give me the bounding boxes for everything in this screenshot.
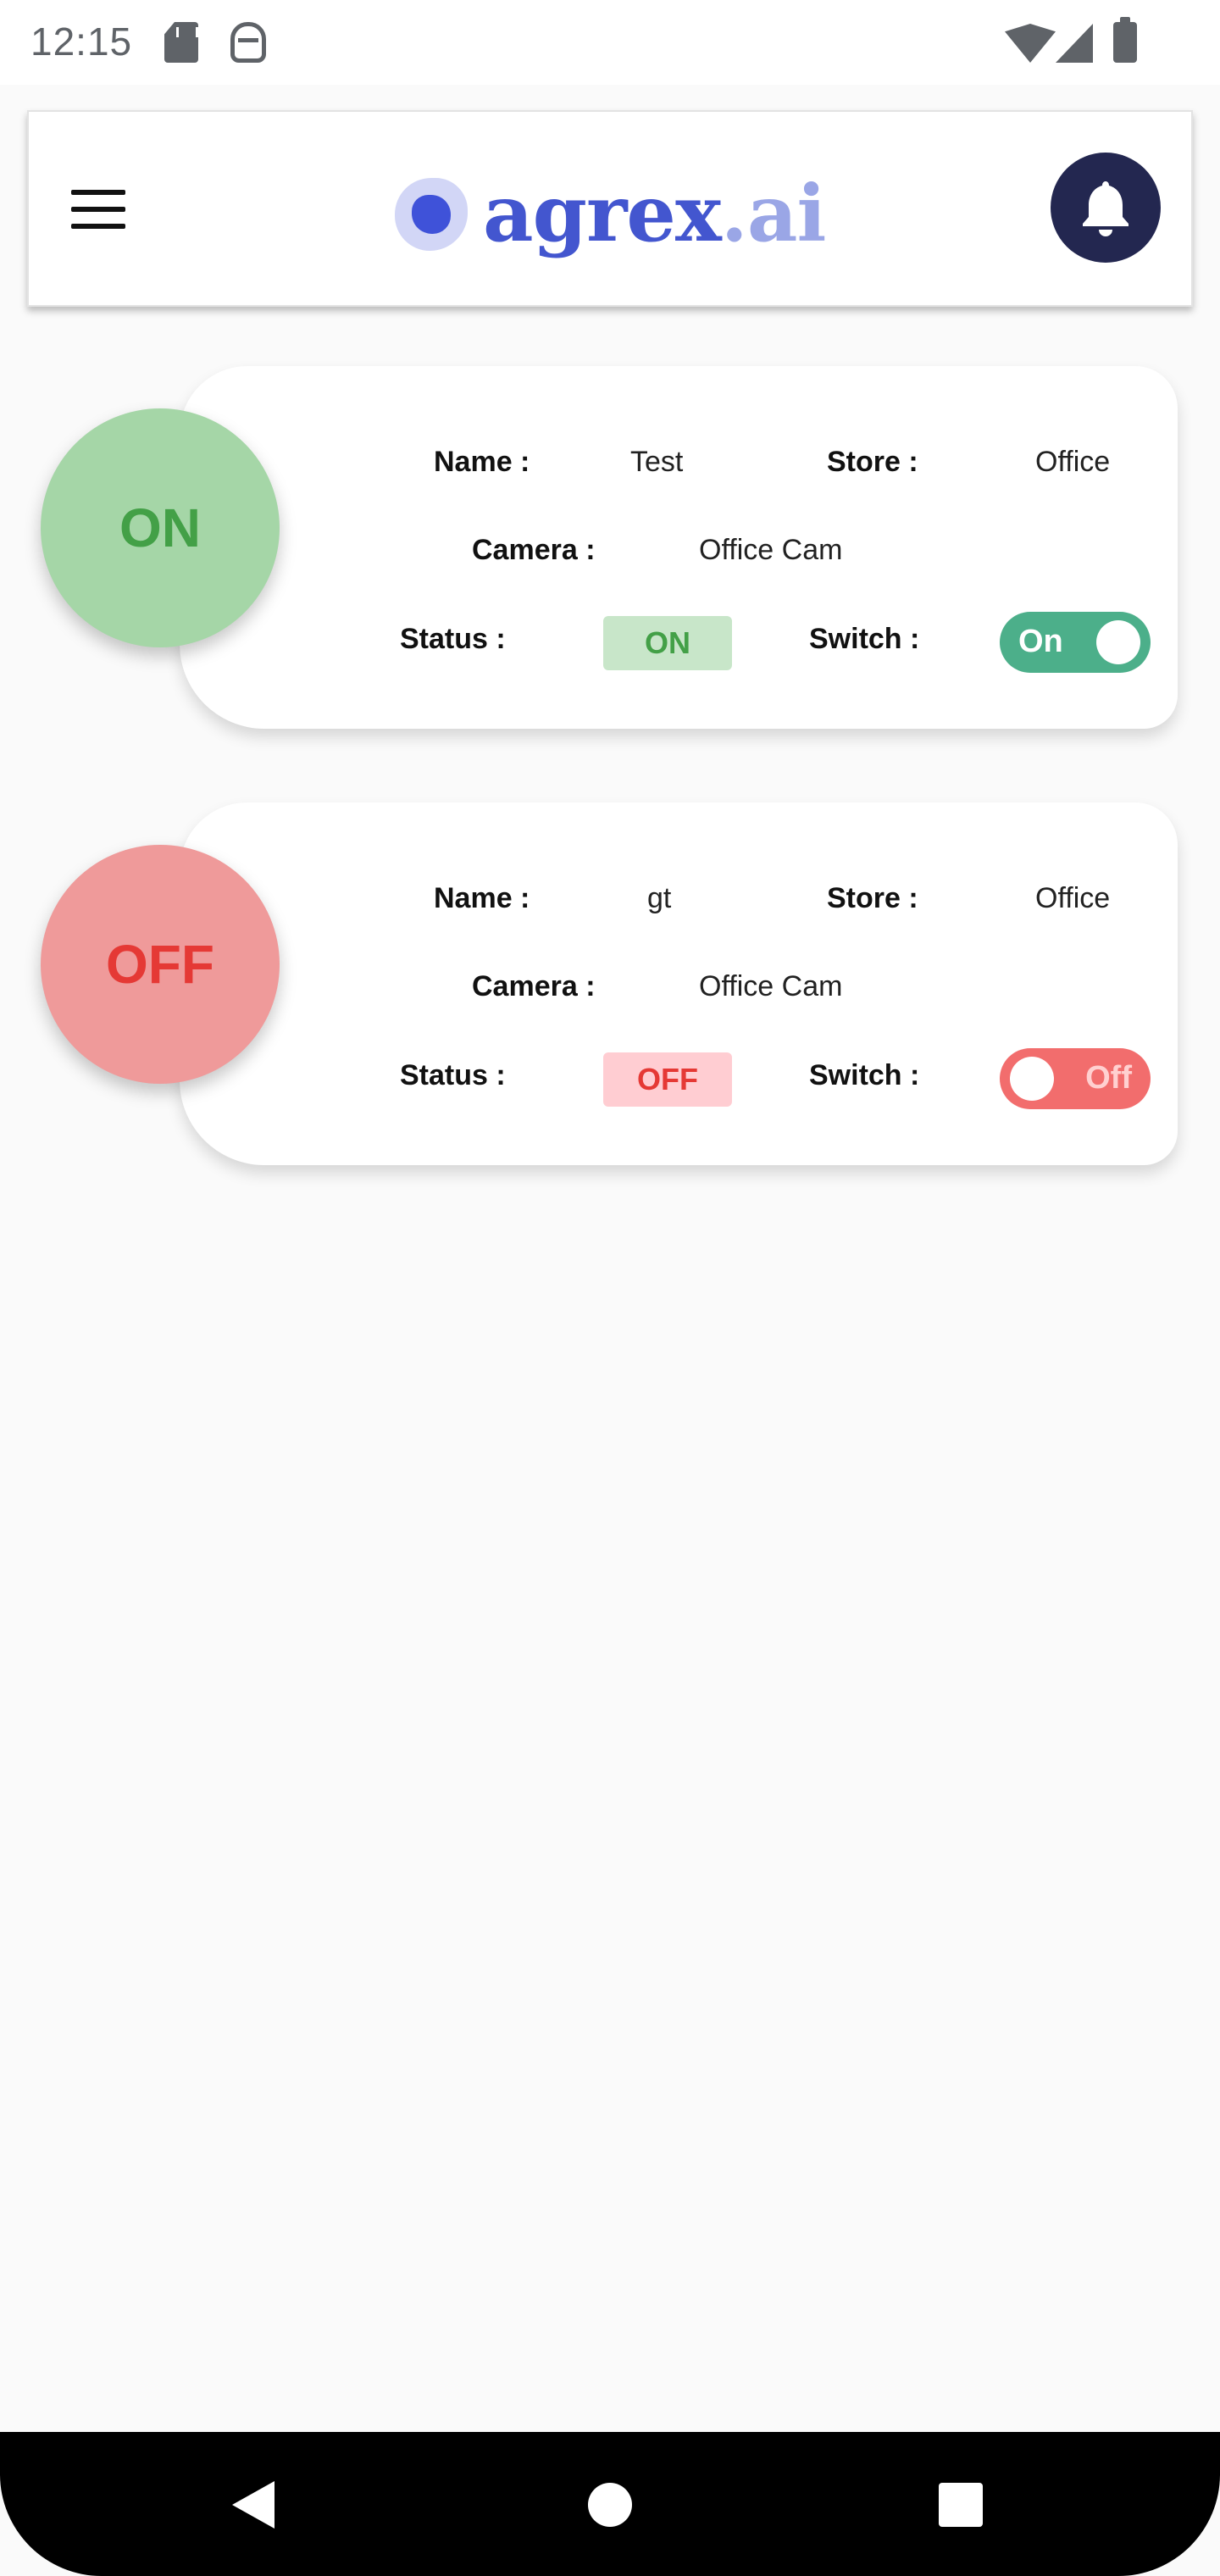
app-bar: agrex.ai <box>27 110 1193 307</box>
wifi-icon <box>1005 24 1056 63</box>
status-time: 12:15 <box>30 19 133 64</box>
logo-main: agrex <box>483 168 722 259</box>
back-icon[interactable] <box>232 2481 274 2529</box>
camera-switch-toggle[interactable]: Off <box>1000 1048 1151 1109</box>
signal-icon <box>1056 24 1093 63</box>
store-label: Store : <box>827 446 918 478</box>
recents-icon[interactable] <box>939 2483 983 2527</box>
hamburger-menu-icon[interactable] <box>71 190 127 230</box>
camera-card-body: Name : Test Store : Office Camera : Offi… <box>180 366 1178 729</box>
camera-label: Camera : <box>472 970 596 1002</box>
store-label: Store : <box>827 882 918 914</box>
status-badge: OFF <box>603 1052 732 1107</box>
logo-mark-icon <box>395 175 469 253</box>
camera-value: Office Cam <box>699 534 843 566</box>
camera-switch-toggle[interactable]: On <box>1000 612 1151 673</box>
camera-card: Name : gt Store : Office Camera : Office… <box>0 802 1220 1175</box>
switch-label: Switch : <box>809 1059 920 1091</box>
name-value: Test <box>630 446 684 478</box>
sd-card-icon <box>164 22 198 63</box>
camera-card-body: Name : gt Store : Office Camera : Office… <box>180 802 1178 1165</box>
switch-state-label: On <box>1018 624 1063 659</box>
toggle-knob <box>1010 1057 1054 1101</box>
toggle-knob <box>1096 620 1140 664</box>
notification-button[interactable] <box>1051 153 1161 263</box>
switch-label: Switch : <box>809 623 920 655</box>
brand-logo: agrex.ai <box>395 163 827 264</box>
home-icon[interactable] <box>588 2483 632 2527</box>
battery-icon <box>1113 17 1137 63</box>
status-label: Status : <box>400 1059 506 1091</box>
camera-card: Name : Test Store : Office Camera : Offi… <box>0 366 1220 739</box>
logo-suffix: .ai <box>720 168 827 259</box>
camera-value: Office Cam <box>699 970 843 1002</box>
navigation-bar <box>0 2432 1220 2576</box>
state-indicator-circle: OFF <box>41 845 280 1084</box>
status-bar: 12:15 <box>0 0 1220 85</box>
switch-state-label: Off <box>1085 1060 1132 1096</box>
state-indicator-circle: ON <box>41 408 280 647</box>
store-value: Office <box>1035 446 1111 478</box>
store-value: Office <box>1035 882 1111 914</box>
name-label: Name : <box>434 882 530 914</box>
bot-icon <box>230 22 266 63</box>
name-label: Name : <box>434 446 530 478</box>
name-value: gt <box>647 882 672 914</box>
status-badge: ON <box>603 616 732 670</box>
camera-label: Camera : <box>472 534 596 566</box>
status-label: Status : <box>400 623 506 655</box>
bell-icon <box>1083 181 1128 236</box>
logo-text: agrex.ai <box>483 168 827 259</box>
